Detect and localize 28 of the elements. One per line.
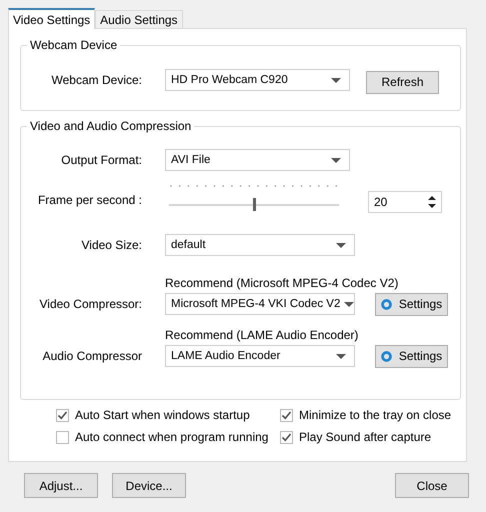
- checkbox-label: Auto Start when windows startup: [75, 408, 250, 422]
- settings-button[interactable]: Settings: [375, 292, 448, 316]
- group-title: Video and Audio Compression: [27, 119, 194, 133]
- tab[interactable]: Video Settings: [8, 8, 96, 29]
- checkbox-label: Auto connect when program running: [75, 430, 268, 444]
- dialog-button[interactable]: Close: [395, 473, 469, 498]
- settings-button[interactable]: Settings: [375, 344, 448, 368]
- field-label: Video Compressor:: [38, 297, 142, 311]
- field-label: Output Format:: [60, 153, 142, 167]
- dropdown[interactable]: Microsoft MPEG-4 VKI Codec V2: [165, 293, 355, 315]
- spin-box[interactable]: 20: [368, 191, 442, 213]
- checkbox-label: Minimize to the tray on close: [299, 408, 452, 422]
- dialog-button[interactable]: Device...: [112, 473, 186, 498]
- dropdown[interactable]: default: [165, 234, 355, 256]
- group-title: Webcam Device: [27, 38, 120, 52]
- recommend-text: Recommend (Microsoft MPEG-4 Codec V2): [165, 276, 400, 292]
- refresh-button[interactable]: Refresh: [366, 70, 439, 94]
- dropdown[interactable]: LAME Audio Encoder: [165, 345, 355, 367]
- dropdown[interactable]: HD Pro Webcam C920: [165, 69, 350, 91]
- field-label: Webcam Device:: [50, 73, 142, 87]
- dialog-button[interactable]: Adjust...: [24, 473, 98, 498]
- field-label: Audio Compressor: [42, 349, 142, 363]
- field-label: Video Size:: [80, 238, 142, 252]
- recommend-text: Recommend (LAME Audio Encoder): [165, 328, 360, 344]
- field-label: Frame per second :: [36, 193, 142, 207]
- dropdown[interactable]: AVI File: [165, 149, 350, 171]
- checkbox-label: Play Sound after capture: [299, 430, 432, 444]
- tab[interactable]: Audio Settings: [95, 10, 183, 28]
